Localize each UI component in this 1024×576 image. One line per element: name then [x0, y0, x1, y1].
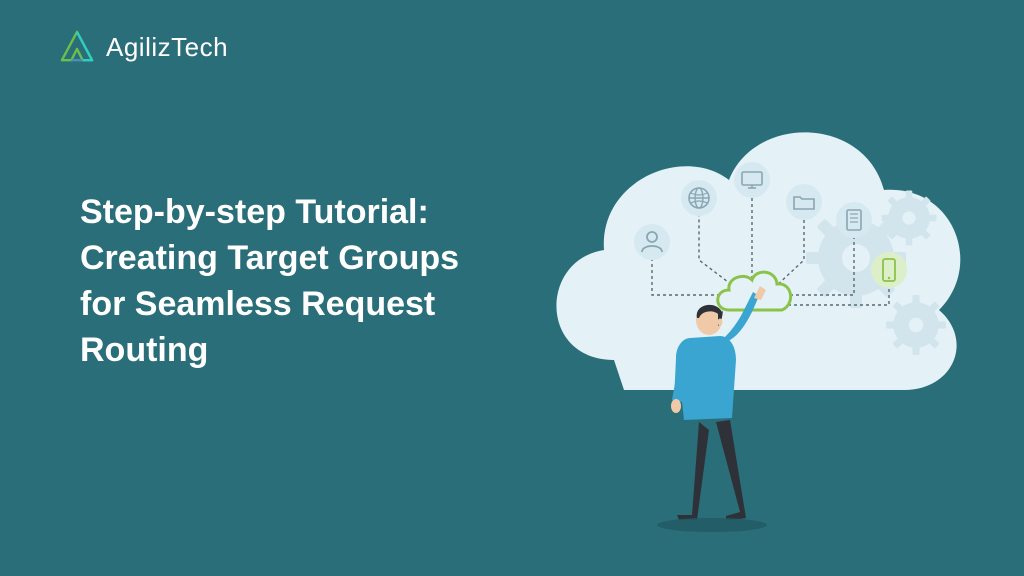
gear-small-top-icon	[882, 191, 937, 246]
monitor-icon	[734, 162, 770, 198]
mobile-icon	[871, 252, 907, 288]
brand-logo: AgilizTech	[58, 30, 228, 64]
folder-icon	[786, 184, 822, 220]
user-icon	[634, 224, 670, 260]
logo-mark-icon	[58, 30, 96, 64]
server-icon	[836, 202, 872, 238]
brand-name: AgilizTech	[106, 32, 228, 63]
page-title: Step-by-step Tutorial: Creating Target G…	[80, 190, 460, 374]
hero-illustration	[504, 60, 984, 550]
shadow-icon	[657, 518, 767, 532]
gear-small-bottom-icon	[886, 295, 946, 355]
globe-icon	[681, 180, 717, 216]
